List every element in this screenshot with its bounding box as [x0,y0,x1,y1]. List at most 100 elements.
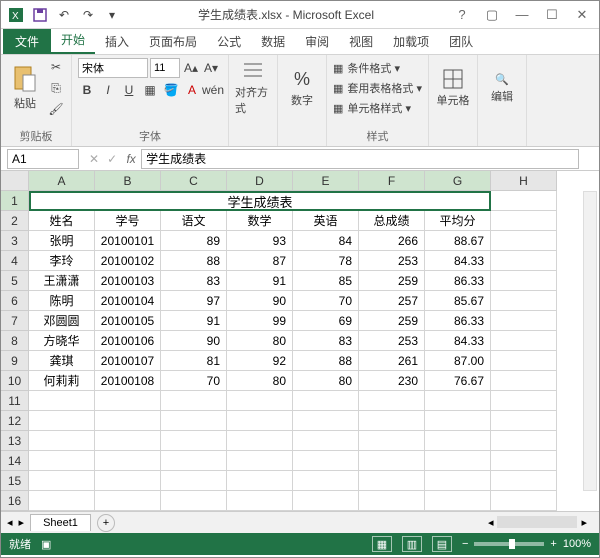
cell[interactable]: 259 [359,271,425,291]
cell[interactable] [29,431,95,451]
cell[interactable]: 81 [161,351,227,371]
spreadsheet-grid[interactable]: ABCDEFGH1学生成绩表2姓名学号语文数学英语总成绩平均分3张明201001… [1,171,599,511]
cell[interactable]: 何莉莉 [29,371,95,391]
cell[interactable] [491,231,557,251]
paste-button[interactable]: 粘贴 [7,58,43,118]
tab-home[interactable]: 开始 [51,27,95,54]
row-header[interactable]: 15 [1,471,29,491]
qat-dropdown-icon[interactable]: ▾ [103,6,121,24]
row-header[interactable]: 12 [1,411,29,431]
cell[interactable] [161,411,227,431]
row-header[interactable]: 4 [1,251,29,271]
add-sheet-button[interactable]: + [97,514,115,532]
cell[interactable]: 83 [293,331,359,351]
view-normal-icon[interactable]: ▦ [372,536,392,552]
cell[interactable]: 88 [293,351,359,371]
macro-icon[interactable]: ▣ [41,538,51,551]
cell[interactable]: 70 [161,371,227,391]
tab-team[interactable]: 团队 [439,29,483,54]
cell[interactable] [359,491,425,511]
cell[interactable]: 邓圆圆 [29,311,95,331]
cell[interactable]: 方晓华 [29,331,95,351]
cell[interactable] [491,251,557,271]
cell[interactable] [425,391,491,411]
fx-icon[interactable]: fx [121,152,141,166]
cell[interactable]: 20100108 [95,371,161,391]
help-icon[interactable]: ? [451,5,473,25]
cell[interactable] [491,271,557,291]
cell[interactable]: 92 [227,351,293,371]
title-cell[interactable]: 学生成绩表 [29,191,491,211]
cell[interactable]: 李玲 [29,251,95,271]
cell[interactable] [227,491,293,511]
cell[interactable] [491,451,557,471]
copy-icon[interactable]: ⎘ [47,79,65,97]
cell[interactable] [29,491,95,511]
zoom-level[interactable]: 100% [563,538,591,550]
cell[interactable]: 88.67 [425,231,491,251]
cell[interactable] [29,411,95,431]
number-button[interactable]: % 数字 [284,58,320,118]
sheet-nav-prev-icon[interactable]: ◂ [7,516,13,529]
cell[interactable]: 90 [227,291,293,311]
row-header[interactable]: 13 [1,431,29,451]
row-header[interactable]: 8 [1,331,29,351]
cell[interactable] [491,411,557,431]
select-all-corner[interactable] [1,171,29,191]
redo-icon[interactable]: ↷ [79,6,97,24]
cell[interactable] [29,391,95,411]
cell[interactable] [95,471,161,491]
cell[interactable]: 20100103 [95,271,161,291]
row-header[interactable]: 5 [1,271,29,291]
cell[interactable] [95,411,161,431]
header-cell[interactable]: 总成绩 [359,211,425,231]
cell[interactable]: 90 [161,331,227,351]
fill-color-icon[interactable]: 🪣 [162,81,180,99]
cell[interactable] [227,391,293,411]
cell[interactable]: 20100102 [95,251,161,271]
cell[interactable] [491,491,557,511]
minimize-icon[interactable]: — [511,5,533,25]
column-header[interactable]: A [29,171,95,191]
cell[interactable] [227,411,293,431]
zoom-control[interactable]: − + 100% [462,538,591,550]
close-icon[interactable]: ✕ [571,5,593,25]
font-name-select[interactable]: 宋体 [78,58,148,78]
zoom-in-icon[interactable]: + [550,538,556,550]
cell[interactable] [491,191,557,211]
column-header[interactable]: B [95,171,161,191]
row-header[interactable]: 3 [1,231,29,251]
cell[interactable]: 85.67 [425,291,491,311]
cell[interactable] [293,391,359,411]
vertical-scrollbar[interactable] [583,191,597,491]
cell[interactable]: 陈明 [29,291,95,311]
header-cell[interactable]: 学号 [95,211,161,231]
shrink-font-icon[interactable]: A▾ [202,59,220,77]
cell[interactable]: 230 [359,371,425,391]
cell[interactable] [95,491,161,511]
cell[interactable] [95,391,161,411]
header-cell[interactable]: 平均分 [425,211,491,231]
column-header[interactable]: G [425,171,491,191]
cell[interactable] [425,471,491,491]
cell[interactable] [359,411,425,431]
italic-button[interactable]: I [99,81,117,99]
cell[interactable] [161,431,227,451]
cell[interactable]: 70 [293,291,359,311]
cell[interactable]: 20100101 [95,231,161,251]
cell[interactable] [425,431,491,451]
cell[interactable]: 91 [161,311,227,331]
cell[interactable]: 266 [359,231,425,251]
cell[interactable] [425,411,491,431]
cell[interactable]: 20100105 [95,311,161,331]
formula-input[interactable]: 学生成绩表 [141,149,579,169]
table-format-button[interactable]: ▦套用表格格式 ▾ [333,78,422,98]
column-header[interactable]: H [491,171,557,191]
bold-button[interactable]: B [78,81,96,99]
tab-insert[interactable]: 插入 [95,29,139,54]
row-header[interactable]: 9 [1,351,29,371]
cell[interactable] [491,311,557,331]
cell[interactable]: 69 [293,311,359,331]
view-pagebreak-icon[interactable]: ▤ [432,536,452,552]
cell[interactable]: 王潇潇 [29,271,95,291]
